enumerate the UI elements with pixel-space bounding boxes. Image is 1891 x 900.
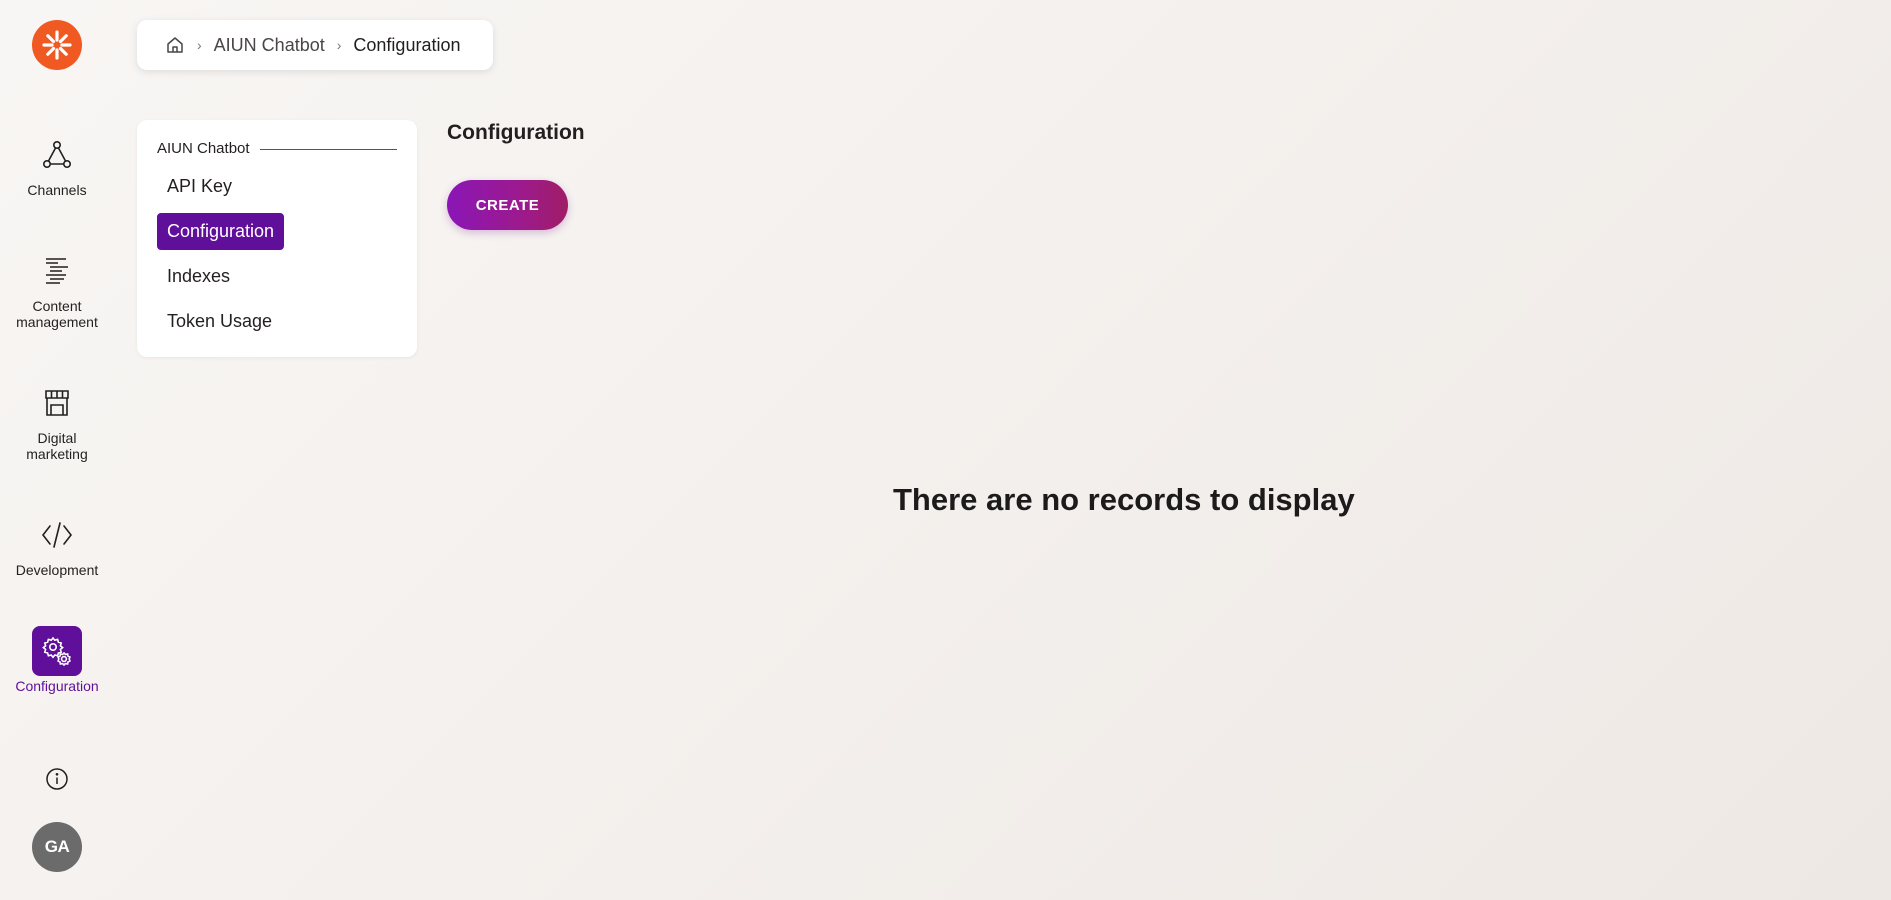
breadcrumb-home[interactable] (165, 35, 185, 55)
rail-label-development: Development (15, 562, 99, 578)
create-button[interactable]: CREATE (447, 180, 568, 230)
breadcrumb-separator: › (336, 37, 342, 53)
page-title: Configuration (447, 121, 585, 144)
gears-icon (32, 626, 82, 676)
rail-item-development[interactable]: Development (0, 510, 114, 578)
rail-item-configuration[interactable]: Configuration (0, 626, 114, 694)
rail-item-content-management[interactable]: Content management (0, 246, 114, 330)
subnav-divider (259, 148, 397, 150)
rail-item-channels[interactable]: Channels (0, 130, 114, 198)
left-rail: Channels Content management Digital mark… (0, 0, 114, 900)
info-icon (46, 768, 68, 790)
channels-icon (32, 130, 82, 180)
breadcrumb: › AIUN Chatbot › Configuration (137, 20, 493, 70)
rail-label-configuration: Configuration (15, 678, 99, 694)
breadcrumb-item-configuration: Configuration (353, 34, 461, 55)
content-management-icon (32, 246, 82, 296)
subnav-item-indexes[interactable]: Indexes (157, 258, 240, 295)
user-avatar[interactable]: GA (32, 822, 82, 872)
rail-item-digital-marketing[interactable]: Digital marketing (0, 378, 114, 462)
empty-state-message: There are no records to display (893, 482, 1355, 517)
rail-label-content-management: Content management (16, 298, 98, 330)
home-icon (167, 37, 183, 53)
logo-icon (42, 30, 72, 60)
subnav-heading: AIUN Chatbot (157, 138, 397, 158)
rail-label-channels: Channels (27, 182, 87, 198)
subnav-heading-label: AIUN Chatbot (157, 139, 250, 157)
storefront-icon (32, 378, 82, 428)
sub-navigation: AIUN Chatbot API Key Configuration Index… (137, 120, 417, 357)
subnav-list: API Key Configuration Indexes Token Usag… (157, 166, 397, 346)
rail-label-digital-marketing: Digital marketing (26, 430, 88, 462)
brand-logo[interactable] (32, 20, 82, 70)
subnav-item-token-usage[interactable]: Token Usage (157, 303, 282, 340)
breadcrumb-separator: › (197, 37, 202, 53)
subnav-item-configuration[interactable]: Configuration (157, 212, 285, 250)
code-icon (32, 510, 82, 560)
subnav-item-api-key[interactable]: API Key (157, 168, 242, 205)
breadcrumb-item-aiun-chatbot[interactable]: AIUN Chatbot (214, 35, 325, 56)
info-button[interactable] (44, 766, 70, 792)
